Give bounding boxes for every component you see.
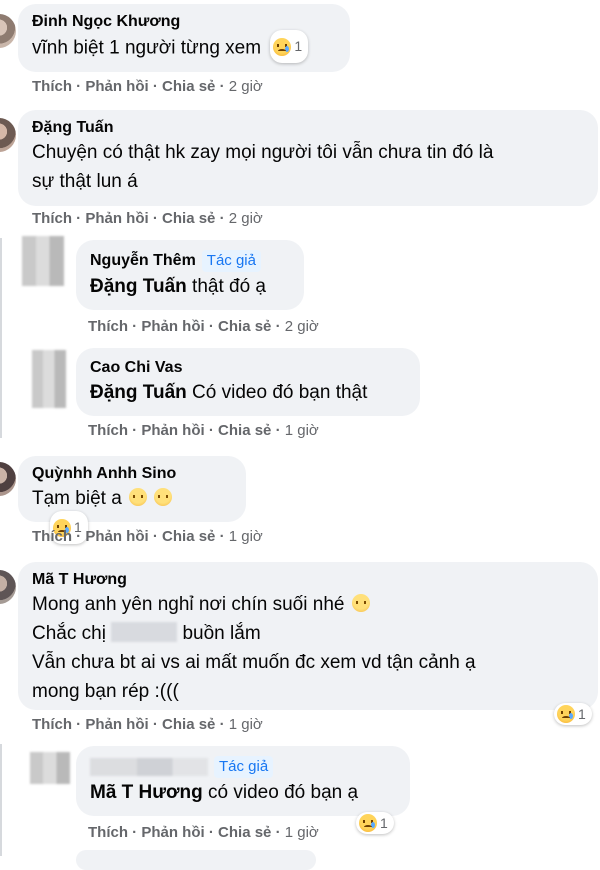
reaction-count[interactable]: 1	[270, 30, 309, 63]
comment-actions: Thích · Phản hồi · Chia sẻ · 1 giờ	[32, 528, 263, 545]
reply-bubble: Cao Chi Vas Đặng Tuấn Có video đó bạn th…	[76, 348, 420, 416]
like-button[interactable]: Thích	[88, 422, 128, 439]
share-button[interactable]: Chia sẻ	[162, 78, 215, 95]
share-button[interactable]: Chia sẻ	[218, 422, 271, 439]
avatar[interactable]	[30, 752, 70, 784]
author-badge: Tác giả	[214, 756, 274, 778]
reply-button[interactable]: Phản hồi	[141, 422, 204, 439]
like-button[interactable]: Thích	[32, 78, 72, 95]
share-button[interactable]: Chia sẻ	[162, 210, 215, 227]
thread-line	[0, 238, 2, 438]
avatar[interactable]	[0, 14, 16, 48]
comment-actions: Thích · Phản hồi · Chia sẻ · 1 giờ	[32, 716, 263, 733]
comment-bubble: Quỳnhh Anhh Sino Tạm biệt a 1	[18, 456, 246, 544]
comment-text: Chuyện có thật hk zay mọi người tôi vẫn …	[32, 142, 494, 163]
share-button[interactable]: Chia sẻ	[218, 824, 271, 841]
comment-actions: Thích · Phản hồi · Chia sẻ · 1 giờ	[88, 824, 319, 841]
comment-bubble: Đặng Tuấn Chuyện có thật hk zay mọi ngườ…	[18, 110, 598, 206]
reply-bubble: Tác giả Mã T Hương có video đó bạn ạ	[76, 746, 410, 816]
sad-reaction-icon	[557, 705, 575, 723]
blurred-commenter-name[interactable]	[90, 757, 208, 776]
commenter-name[interactable]: Cao Chi Vas	[90, 358, 406, 378]
share-button[interactable]: Chia sẻ	[162, 716, 215, 733]
avatar[interactable]	[22, 236, 64, 286]
like-button[interactable]: Thích	[32, 210, 72, 227]
reply-bubble-partial	[76, 850, 316, 870]
like-button[interactable]: Thích	[32, 528, 72, 545]
comment-actions: Thích · Phản hồi · Chia sẻ · 2 giờ	[32, 78, 263, 95]
comment-text: Vẫn chưa bt ai vs ai mất muốn đc xem vd …	[32, 652, 476, 673]
comment-text: Có video đó bạn thật	[192, 382, 368, 403]
timestamp[interactable]: 1 giờ	[229, 528, 263, 545]
sad-reaction-icon	[273, 37, 292, 56]
comment-actions: Thích · Phản hồi · Chia sẻ · 1 giờ	[88, 422, 319, 439]
author-badge: Tác giả	[201, 250, 261, 272]
timestamp[interactable]: 2 giờ	[285, 318, 319, 335]
share-button[interactable]: Chia sẻ	[218, 318, 271, 335]
timestamp[interactable]: 1 giờ	[285, 824, 319, 841]
commenter-name[interactable]: Đinh Ngọc Khương	[32, 12, 336, 32]
comment-actions: Thích · Phản hồi · Chia sẻ · 2 giờ	[32, 210, 263, 227]
reaction-count[interactable]: 1	[356, 812, 394, 834]
avatar[interactable]	[32, 350, 66, 408]
comment-text: Mong anh yên nghỉ nơi chín suối nhé	[32, 594, 345, 615]
reply-button[interactable]: Phản hồi	[141, 318, 204, 335]
comment-text: Tạm biệt a	[32, 488, 122, 509]
sad-reaction-icon	[359, 814, 377, 832]
like-button[interactable]: Thích	[32, 716, 72, 733]
mention-link[interactable]: Mã T Hương	[90, 782, 203, 803]
mention-link[interactable]: Đặng Tuấn	[90, 382, 187, 403]
reply-button[interactable]: Phản hồi	[85, 528, 148, 545]
commenter-name[interactable]: Mã T Hương	[32, 570, 584, 590]
commenter-name[interactable]: Quỳnhh Anhh Sino	[32, 464, 232, 484]
timestamp[interactable]: 1 giờ	[285, 422, 319, 439]
avatar[interactable]	[0, 570, 16, 604]
mention-link[interactable]: Đặng Tuấn	[90, 276, 187, 297]
reply-bubble: Nguyễn Thêm Tác giả Đặng Tuấn thật đó ạ	[76, 240, 304, 310]
reply-button[interactable]: Phản hồi	[85, 210, 148, 227]
comment-text: buồn lắm	[182, 623, 261, 644]
comment-text: thật đó ạ	[192, 276, 266, 297]
comment-text: Chắc chị	[32, 623, 106, 644]
comment-bubble: Đinh Ngọc Khương vĩnh biệt 1 người từng …	[18, 4, 350, 72]
comment-text: vĩnh biệt 1 người từng xem	[32, 37, 262, 59]
reaction-count[interactable]: 1	[554, 703, 592, 725]
reply-button[interactable]: Phản hồi	[85, 78, 148, 95]
comment-text: mong bạn rép :(((	[32, 681, 179, 702]
comment-bubble: Mã T Hương Mong anh yên nghỉ nơi chín su…	[18, 562, 598, 710]
frowning-emoji-icon	[351, 593, 370, 612]
avatar[interactable]	[0, 462, 16, 496]
reply-button[interactable]: Phản hồi	[85, 716, 148, 733]
avatar[interactable]	[0, 118, 16, 152]
commenter-name[interactable]: Đặng Tuấn	[32, 118, 584, 138]
cold-sweat-emoji-icon	[129, 487, 148, 506]
thread-line	[0, 744, 2, 856]
timestamp[interactable]: 2 giờ	[229, 210, 263, 227]
comment-text: sự thật lun á	[32, 171, 138, 192]
share-button[interactable]: Chia sẻ	[162, 528, 215, 545]
timestamp[interactable]: 2 giờ	[229, 78, 263, 95]
timestamp[interactable]: 1 giờ	[229, 716, 263, 733]
like-button[interactable]: Thích	[88, 318, 128, 335]
reply-button[interactable]: Phản hồi	[141, 824, 204, 841]
comment-actions: Thích · Phản hồi · Chia sẻ · 2 giờ	[88, 318, 319, 335]
pensive-emoji-icon	[154, 487, 173, 506]
commenter-name[interactable]: Nguyễn Thêm	[90, 252, 196, 269]
comment-text: có video đó bạn ạ	[208, 782, 359, 803]
blurred-name	[111, 621, 178, 642]
like-button[interactable]: Thích	[88, 824, 128, 841]
